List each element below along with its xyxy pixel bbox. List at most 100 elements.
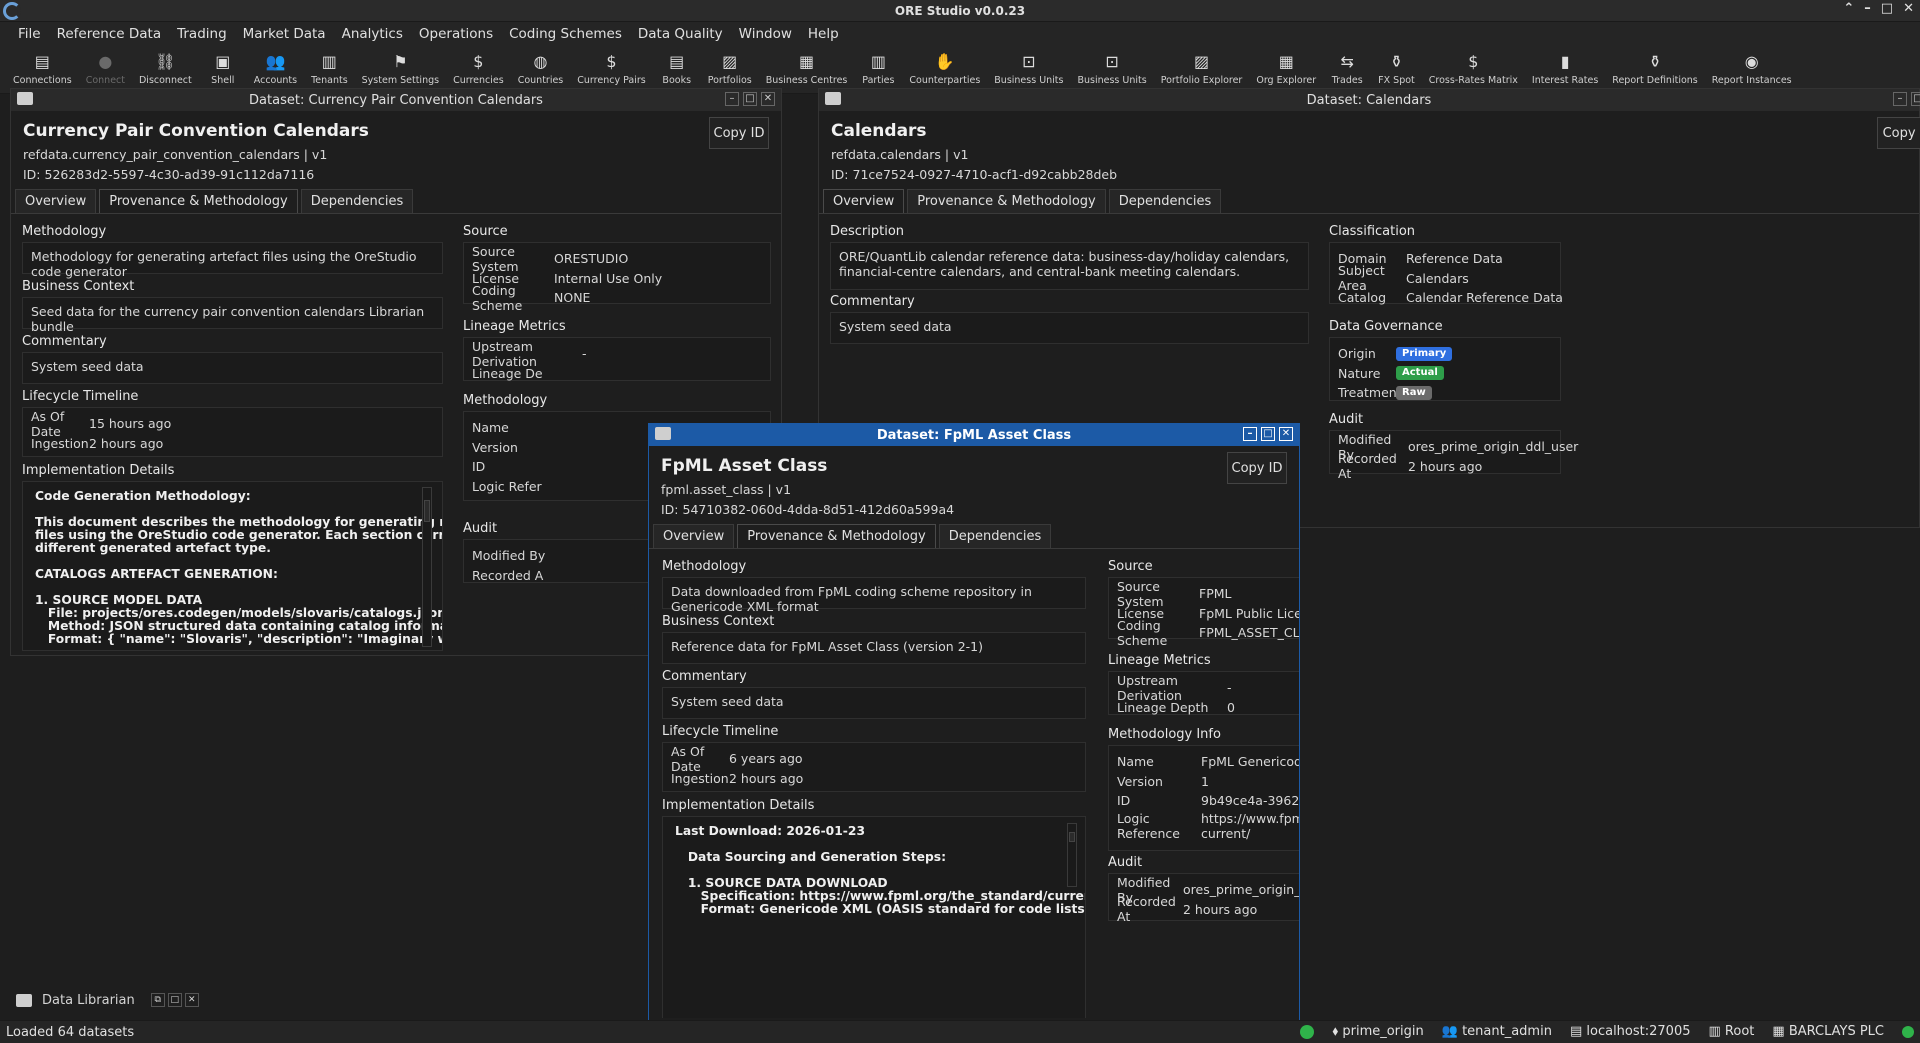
- close-icon[interactable]: ✕: [184, 993, 199, 1007]
- toolbar-books-button[interactable]: ▤ Books: [653, 46, 701, 86]
- menu-trading[interactable]: Trading: [169, 26, 235, 42]
- chevron-up-icon[interactable]: ⌃: [1843, 1, 1854, 16]
- copy-id-button[interactable]: Copy II: [1877, 117, 1920, 149]
- tab-overview[interactable]: Overview: [15, 189, 97, 213]
- minimize-icon[interactable]: –: [725, 92, 739, 106]
- window-title-bar[interactable]: Dataset: FpML Asset Class – □ ✕: [649, 424, 1299, 446]
- maximize-icon[interactable]: □: [167, 993, 182, 1007]
- portfolios-icon: ▨: [722, 52, 738, 71]
- toolbar-accounts-button[interactable]: 👥 Accounts: [247, 46, 304, 86]
- kv-value: 2 hours ago: [1408, 458, 1483, 474]
- kv-label: Name: [472, 420, 509, 436]
- menu-market-data[interactable]: Market Data: [235, 26, 334, 42]
- app-title: ORE Studio v0.0.23: [894, 3, 1026, 18]
- toolbar-currency-pairs-button[interactable]: $ Currency Pairs: [570, 46, 652, 86]
- toolbar-shell-button[interactable]: ▣ Shell: [199, 46, 247, 86]
- implementation-scrollbar[interactable]: [1067, 823, 1077, 887]
- menu-data-quality[interactable]: Data Quality: [630, 26, 731, 42]
- close-icon[interactable]: ✕: [1903, 1, 1914, 16]
- kv-row: Treatment Raw: [1338, 383, 1552, 403]
- menu-window[interactable]: Window: [731, 26, 800, 42]
- minimized-window-data-librarian[interactable]: Data Librarian ⧉ □ ✕: [10, 988, 202, 1012]
- minimize-icon[interactable]: –: [1893, 92, 1907, 106]
- tab-overview[interactable]: Overview: [653, 524, 735, 548]
- copy-id-button[interactable]: Copy ID: [709, 117, 769, 149]
- tab-provenance[interactable]: Provenance & Methodology: [737, 524, 936, 548]
- window-title-bar[interactable]: Dataset: Currency Pair Convention Calend…: [11, 89, 781, 111]
- cross-rates-matrix-icon: $: [1468, 52, 1479, 71]
- toolbar-tenants-button[interactable]: ▥ Tenants: [304, 46, 355, 86]
- lineage-heading: Lineage Metrics: [463, 319, 566, 334]
- implementation-text[interactable]: Last Download: 2026-01-23 Data Sourcing …: [662, 816, 1086, 1018]
- toolbar-label: Accounts: [253, 75, 298, 86]
- kv-value: ores_prime_origin_ddl_user: [1183, 882, 1299, 898]
- toolbar-interest-rates-button[interactable]: ▮ Interest Rates: [1525, 46, 1605, 86]
- toolbar-cross-rates-matrix-button[interactable]: $ Cross-Rates Matrix: [1422, 46, 1525, 86]
- dataset-window-fpml-asset-class: Dataset: FpML Asset Class – □ ✕ FpML Ass…: [648, 423, 1300, 1021]
- toolbar-portfolios-button[interactable]: ▨ Portfolios: [701, 46, 759, 86]
- menu-reference-data[interactable]: Reference Data: [49, 26, 170, 42]
- report-definitions-icon: ⚱: [1648, 52, 1662, 71]
- tab-dependencies[interactable]: Dependencies: [938, 524, 1052, 548]
- kv-row: Source System ORESTUDIO: [472, 244, 762, 274]
- toolbar-disconnect-button[interactable]: ⛓ Disconnect: [132, 46, 199, 86]
- toolbar-business-units-button[interactable]: ⊡ Business Units: [1070, 46, 1153, 86]
- tab-dependencies[interactable]: Dependencies: [1108, 189, 1222, 213]
- minimize-icon[interactable]: –: [1243, 427, 1257, 441]
- maximize-icon[interactable]: □: [1261, 427, 1275, 441]
- toolbar-connect-button[interactable]: ● Connect: [79, 46, 132, 86]
- toolbar-counterparties-button[interactable]: ✋ Counterparties: [902, 46, 987, 86]
- toolbar-label: FX Spot: [1378, 75, 1415, 86]
- tab-dependencies[interactable]: Dependencies: [300, 189, 414, 213]
- window-title-bar[interactable]: Dataset: Calendars – □: [819, 89, 1920, 111]
- counterparties-icon: ✋: [934, 52, 955, 71]
- toolbar-fx-spot-button[interactable]: ⚱ FX Spot: [1371, 46, 1422, 86]
- toolbar-connections-button[interactable]: ▤ Connections: [6, 46, 79, 86]
- implementation-content: Last Download: 2026-01-23 Data Sourcing …: [675, 824, 1086, 916]
- kv-value: Reference Data: [1406, 251, 1503, 267]
- status-tenant-label: tenant_admin: [1462, 1024, 1552, 1039]
- toolbar-trades-button[interactable]: ⇆ Trades: [1323, 46, 1371, 86]
- audit-heading: Audit: [1108, 855, 1143, 870]
- implementation-text[interactable]: Code Generation Methodology: This docume…: [22, 481, 443, 651]
- toolbar-system-settings-button[interactable]: ⚑ System Settings: [355, 46, 446, 86]
- tab-overview[interactable]: Overview: [823, 189, 905, 213]
- minimize-icon[interactable]: –: [1864, 1, 1871, 16]
- kv-value: ORESTUDIO: [554, 251, 629, 267]
- menu-help[interactable]: Help: [800, 26, 847, 42]
- close-icon[interactable]: ✕: [1279, 427, 1293, 441]
- toolbar-report-instances-button[interactable]: ◉ Report Instances: [1705, 46, 1799, 86]
- methodology-info-box: Name FpML Genericode Download Version 1 ID 9b…: [1108, 745, 1299, 851]
- folder-icon: [17, 92, 33, 105]
- menu-operations[interactable]: Operations: [411, 26, 501, 42]
- restore-icon[interactable]: ⧉: [150, 993, 165, 1007]
- maximize-icon[interactable]: □: [1881, 1, 1893, 16]
- close-icon[interactable]: ✕: [761, 92, 775, 106]
- toolbar-parties-button[interactable]: ▥ Parties: [854, 46, 902, 86]
- toolbar-report-definitions-button[interactable]: ⚱ Report Definitions: [1605, 46, 1704, 86]
- tab-provenance[interactable]: Provenance & Methodology: [99, 189, 298, 213]
- methodology-info-heading: Methodology Info: [1108, 727, 1221, 742]
- audit-box: Modified Byores_prime_origin_ddl_userRec…: [1108, 873, 1299, 924]
- classification-heading: Classification: [1329, 224, 1416, 239]
- maximize-icon[interactable]: □: [1911, 92, 1920, 106]
- kv-label: Origin: [1338, 346, 1376, 362]
- kv-row: Subject Area Calendars: [1338, 263, 1552, 293]
- toolbar-business-units-button[interactable]: ⊡ Business Units: [987, 46, 1070, 86]
- business-units-icon: ⊡: [1105, 52, 1119, 71]
- toolbar-portfolio-explorer-button[interactable]: ▨ Portfolio Explorer: [1154, 46, 1250, 86]
- toolbar-org-explorer-button[interactable]: ▦ Org Explorer: [1249, 46, 1323, 86]
- status-host: ▤ localhost:27005: [1570, 1024, 1691, 1039]
- toolbar-currencies-button[interactable]: $ Currencies: [446, 46, 511, 86]
- menu-file[interactable]: File: [10, 26, 49, 42]
- toolbar-countries-button[interactable]: ◍ Countries: [511, 46, 571, 86]
- menu-coding-schemes[interactable]: Coding Schemes: [501, 26, 630, 42]
- toolbar-business-centres-button[interactable]: ▦ Business Centres: [759, 46, 855, 86]
- tab-provenance[interactable]: Provenance & Methodology: [907, 189, 1106, 213]
- window-controls: – □: [1893, 92, 1920, 106]
- toolbar-label: Currencies: [453, 75, 504, 86]
- menu-analytics[interactable]: Analytics: [334, 26, 411, 42]
- implementation-scrollbar[interactable]: [422, 487, 432, 647]
- copy-id-button[interactable]: Copy ID: [1227, 452, 1287, 484]
- maximize-icon[interactable]: □: [743, 92, 757, 106]
